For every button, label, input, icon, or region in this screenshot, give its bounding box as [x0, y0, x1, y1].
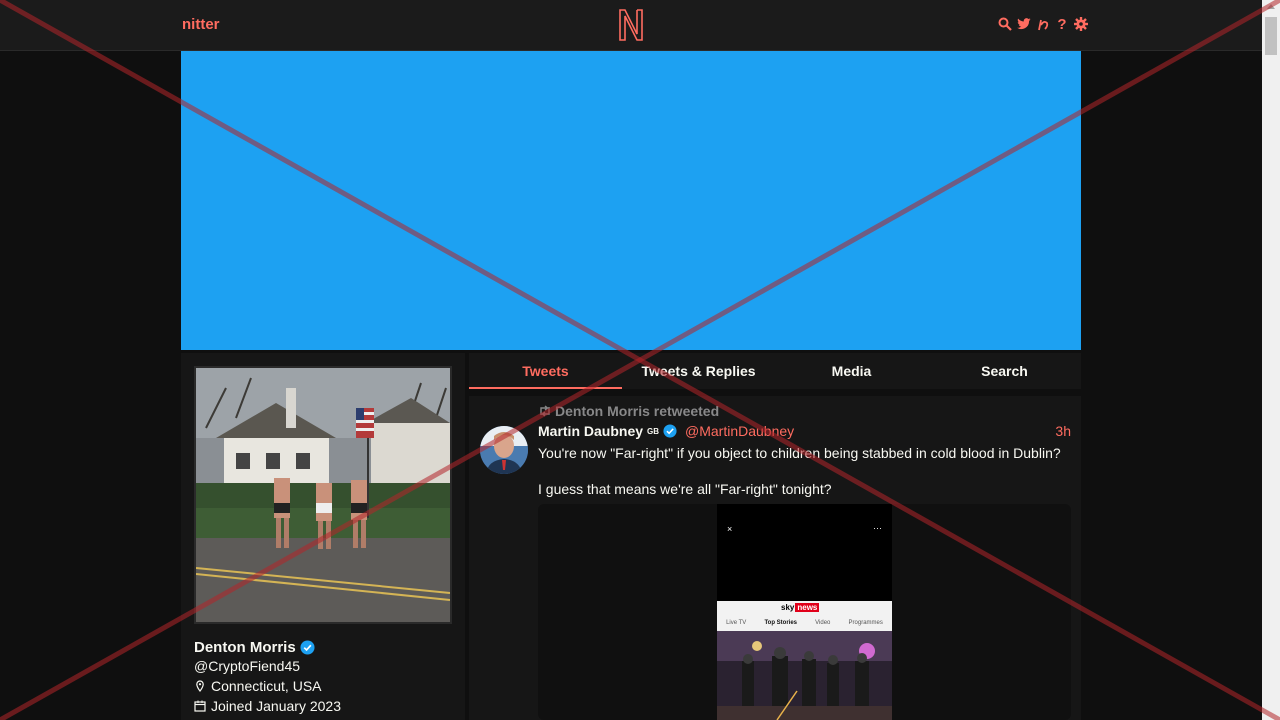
verified-badge-icon — [300, 640, 315, 655]
tweet-header: Martin Daubney GB @MartinDaubney — [538, 423, 794, 439]
profile-joined: Joined January 2023 — [194, 698, 341, 714]
scroll-up-arrow-icon[interactable] — [1267, 4, 1275, 9]
tweet-time[interactable]: 3h — [1055, 423, 1071, 439]
timeline: Denton Morris retweeted Martin Daubney G… — [469, 396, 1081, 720]
app-nav: Live TV Top Stories Video Programmes — [717, 620, 892, 626]
twitter-icon[interactable] — [1017, 16, 1031, 32]
news-photo — [717, 631, 892, 720]
tweet-author-flag: GB — [647, 426, 660, 436]
search-icon[interactable] — [998, 16, 1012, 32]
app-nav-item: Video — [815, 620, 831, 626]
news-logo-text: news — [795, 603, 820, 612]
tweet-author-handle[interactable]: @MartinDaubney — [685, 423, 794, 439]
page-scrollbar[interactable] — [1262, 0, 1280, 720]
app-nav-item: Programmes — [848, 620, 883, 626]
settings-icon[interactable] — [1074, 16, 1088, 32]
app-nav-item: Live TV — [726, 620, 747, 626]
profile-handle[interactable]: @CryptoFiend45 — [194, 658, 300, 674]
profile-avatar[interactable] — [194, 366, 452, 624]
profile-location-text: Connecticut, USA — [211, 678, 322, 694]
profile-joined-text: Joined January 2023 — [211, 698, 341, 714]
tab-tweets[interactable]: Tweets — [469, 353, 622, 389]
nitter-logo[interactable] — [617, 8, 645, 42]
retweet-icon — [540, 405, 550, 417]
close-icon: × — [727, 524, 733, 534]
top-navbar: nitter ? — [0, 0, 1262, 51]
calendar-icon — [194, 700, 206, 712]
tweet-author-name[interactable]: Martin Daubney — [538, 423, 643, 439]
more-icon: ··· — [873, 523, 882, 533]
app-header: sky news Live TV Top Stories Video Progr… — [717, 601, 892, 631]
location-pin-icon — [196, 680, 204, 692]
sky-logo-text: sky — [781, 603, 795, 612]
retweet-label[interactable]: Denton Morris retweeted — [555, 403, 719, 419]
sky-news-logo: sky news — [781, 603, 820, 612]
profile-name[interactable]: Denton Morris — [194, 639, 296, 656]
tweet-text-line-2: I guess that means we're all "Far-right"… — [538, 481, 832, 497]
profile-banner[interactable] — [181, 51, 1081, 350]
tab-tweets-replies[interactable]: Tweets & Replies — [622, 353, 775, 389]
tweet-text-line-1: You're now "Far-right" if you object to … — [538, 445, 1061, 461]
profile-location: Connecticut, USA — [194, 678, 322, 694]
tweet-author-avatar[interactable] — [480, 426, 528, 474]
tweet-media[interactable]: × ··· sky news Live TV Top Stories Video… — [538, 504, 1071, 720]
rss-icon[interactable] — [1036, 16, 1050, 32]
profile-card: Denton Morris @CryptoFiend45 Connecticut… — [181, 353, 465, 720]
scroll-thumb[interactable] — [1265, 17, 1277, 55]
app-nav-item: Top Stories — [764, 620, 797, 626]
verified-badge-icon — [663, 424, 677, 438]
tab-media[interactable]: Media — [775, 353, 928, 389]
help-icon[interactable]: ? — [1055, 16, 1069, 33]
profile-name-row: Denton Morris — [194, 639, 315, 656]
site-name-link[interactable]: nitter — [182, 16, 220, 33]
tab-search[interactable]: Search — [928, 353, 1081, 389]
timeline-tabs: Tweets Tweets & Replies Media Search — [469, 353, 1081, 389]
retweet-header: Denton Morris retweeted — [538, 403, 719, 419]
media-screenshot: × ··· sky news Live TV Top Stories Video… — [717, 504, 892, 720]
